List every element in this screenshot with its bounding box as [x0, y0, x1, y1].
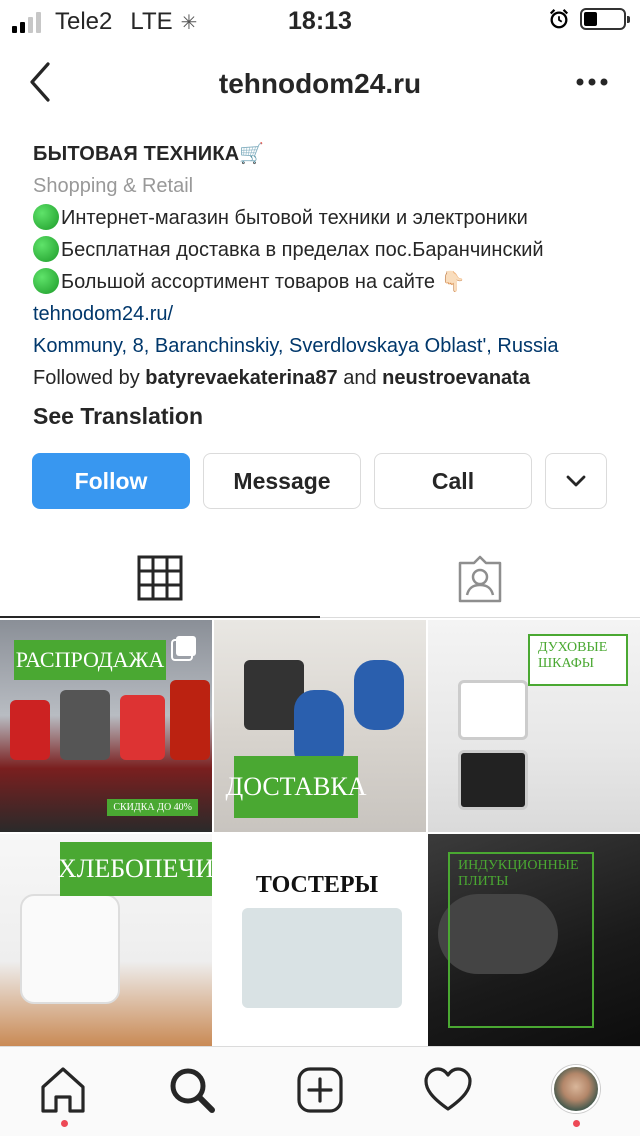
follow-button[interactable]: Follow — [32, 453, 190, 509]
post-thumbnail[interactable]: РАСПРОДАЖА СКИДКА ДО 40% — [0, 620, 212, 832]
tab-grid[interactable] — [0, 540, 320, 618]
profile-tab[interactable] — [552, 1065, 602, 1115]
post-banner: РАСПРОДАЖА — [14, 640, 166, 680]
status-right — [548, 8, 630, 30]
heart-icon[interactable] — [423, 1065, 473, 1115]
bread-maker-shape — [20, 894, 120, 1004]
bio-line: Бесплатная доставка в пределах пос.Баран… — [33, 234, 623, 266]
grid-icon — [137, 555, 183, 601]
home-icon[interactable] — [38, 1065, 88, 1115]
post-thumbnail[interactable]: ДУХОВЫЕ ШКАФЫ — [428, 620, 640, 832]
status-time: 18:13 — [288, 7, 352, 35]
person-shape — [354, 660, 404, 730]
followed-by-and: and — [337, 367, 383, 389]
profile-display-name: БЫТОВАЯ ТЕХНИКА🛒 — [33, 143, 265, 165]
post-banner: ДУХОВЫЕ ШКАФЫ — [528, 634, 628, 686]
bio-line: Интернет-магазин бытовой техники и элект… — [33, 202, 623, 234]
website-link[interactable]: tehnodom24.ru/ — [33, 298, 623, 330]
message-button[interactable]: Message — [203, 453, 361, 509]
green-circle-icon — [33, 236, 59, 262]
see-translation-button[interactable]: See Translation — [33, 400, 623, 432]
post-banner: ТОСТЕРЫ — [255, 871, 379, 898]
bottom-tab-bar — [0, 1046, 640, 1136]
post-thumbnail[interactable]: ТОСТЕРЫ — [214, 834, 426, 1046]
appliance-shape — [170, 680, 210, 760]
post-banner: ХЛЕБОПЕЧИ — [58, 842, 212, 896]
toasters-photo — [242, 908, 402, 1008]
post-banner: ИНДУКЦИОННЫЕ ПЛИТЫ — [448, 852, 594, 1028]
appliance-shape — [120, 695, 165, 760]
tab-tagged[interactable] — [320, 540, 640, 618]
profile-category: Shopping & Retail — [33, 175, 194, 197]
green-circle-icon — [33, 204, 59, 230]
post-thumbnail[interactable]: ДОСТАВКА — [214, 620, 426, 832]
followed-by-text[interactable]: Followed by batyrevaekaterina87 and neus… — [33, 362, 623, 394]
profile-username: tehnodom24.ru — [218, 68, 422, 99]
green-circle-icon — [33, 268, 59, 294]
search-icon[interactable] — [167, 1065, 217, 1115]
chevron-down-icon — [566, 475, 586, 487]
multiple-posts-icon — [171, 636, 196, 661]
post-thumbnail[interactable]: ХЛЕБОПЕЧИ — [0, 834, 212, 1046]
profile-notification-dot — [573, 1120, 580, 1127]
call-button[interactable]: Call — [374, 453, 532, 509]
bio-line-text: Бесплатная доставка в пределах пос.Баран… — [61, 239, 544, 261]
tagged-person-icon — [458, 555, 502, 602]
followed-by-user[interactable]: batyrevaekaterina87 — [145, 367, 337, 389]
avatar — [552, 1065, 600, 1113]
oven-shape — [458, 750, 528, 810]
appliance-shape — [60, 690, 110, 760]
alarm-clock-icon — [549, 9, 569, 29]
home-notification-dot — [61, 1120, 68, 1127]
profile-tabs — [0, 540, 640, 618]
profile-header: tehnodom24.ru — [0, 50, 640, 114]
more-options-icon[interactable] — [572, 70, 612, 94]
bio-line-text: Интернет-магазин бытовой техники и элект… — [61, 207, 528, 229]
battery-icon — [580, 8, 630, 30]
appliance-shape — [10, 700, 50, 760]
post-banner: ДОСТАВКА — [226, 756, 367, 818]
post-thumbnail[interactable]: ИНДУКЦИОННЫЕ ПЛИТЫ — [428, 834, 640, 1046]
status-bar: Tele2 LTE ✳ 18:13 — [0, 0, 640, 40]
profile-bio: БЫТОВАЯ ТЕХНИКА🛒 Shopping & Retail Интер… — [33, 138, 623, 432]
bio-line: Большой ассортимент товаров на сайте 👇🏻 — [33, 266, 623, 298]
address-link[interactable]: Kommuny, 8, Baranchinskiy, Sverdlovskaya… — [33, 330, 623, 362]
followed-by-prefix: Followed by — [33, 367, 146, 389]
bio-line-text: Большой ассортимент товаров на сайте 👇🏻 — [61, 271, 466, 293]
followed-by-user[interactable]: neustroevanata — [382, 367, 530, 389]
post-tag: СКИДКА ДО 40% — [107, 799, 198, 816]
new-post-icon[interactable] — [295, 1065, 345, 1115]
suggested-accounts-button[interactable] — [545, 453, 607, 509]
oven-shape — [458, 680, 528, 740]
